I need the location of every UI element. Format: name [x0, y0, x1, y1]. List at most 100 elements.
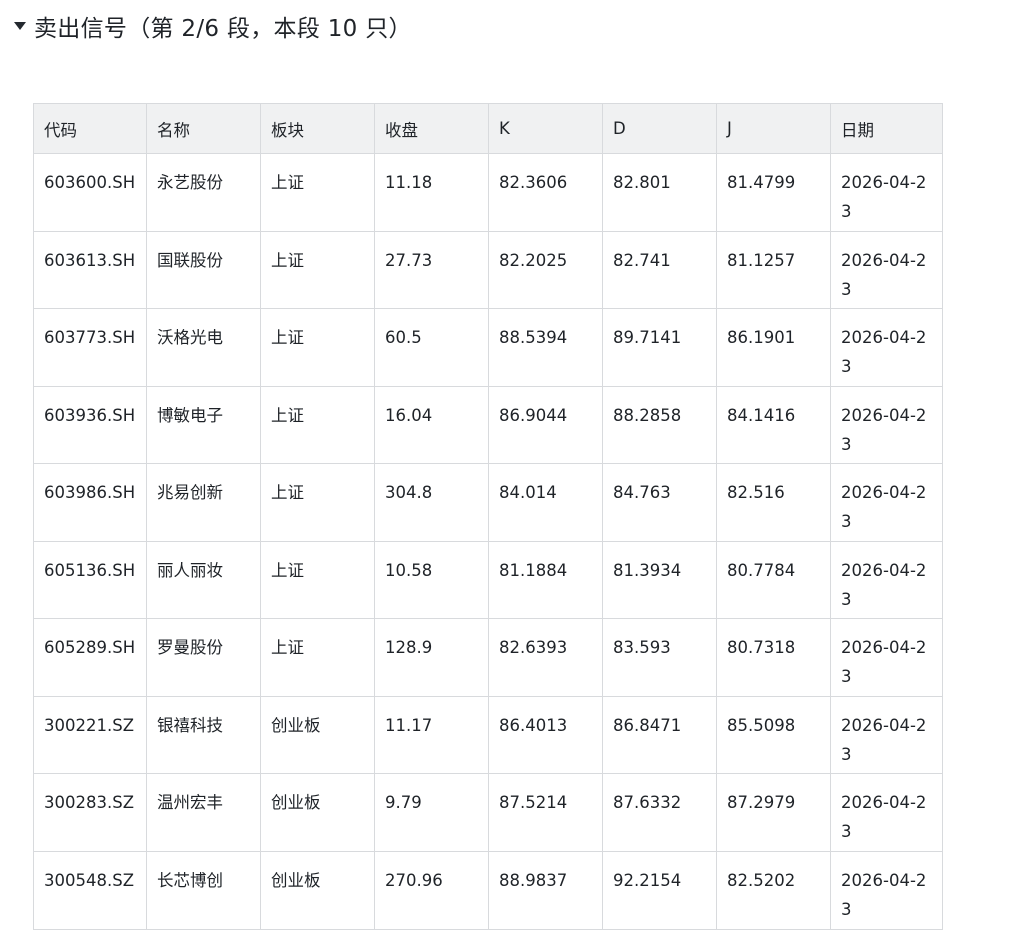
cell-j: 86.1901	[716, 308, 831, 387]
cell-name: 银禧科技	[146, 695, 261, 774]
cell-date: 2026-04-23	[830, 540, 943, 619]
cell-j: 80.7318	[716, 618, 831, 697]
cell-j: 85.5098	[716, 695, 831, 774]
cell-close: 10.58	[374, 540, 489, 619]
cell-date: 2026-04-23	[830, 463, 943, 542]
cell-board: 上证	[260, 153, 375, 232]
table-row: 300548.SZ 长芯博创 创业板 270.96 88.9837 92.2154 82.5…	[33, 850, 943, 930]
cell-j: 81.1257	[716, 230, 831, 309]
cell-close: 128.9	[374, 618, 489, 697]
cell-k: 82.2025	[488, 230, 603, 309]
column-header-k: K	[488, 103, 603, 154]
cell-name: 兆易创新	[146, 463, 261, 542]
cell-k: 82.6393	[488, 618, 603, 697]
cell-j: 81.4799	[716, 153, 831, 232]
cell-d: 86.8471	[602, 695, 717, 774]
cell-close: 16.04	[374, 385, 489, 464]
cell-name: 长芯博创	[146, 850, 261, 930]
cell-close: 60.5	[374, 308, 489, 387]
signal-table-container: 代码 名称 板块 收盘 K D J 日期 603600.SH 永艺股份 上证 11.1…	[33, 103, 943, 930]
cell-date: 2026-04-23	[830, 153, 943, 232]
cell-board: 创业板	[260, 773, 375, 852]
cell-board: 上证	[260, 540, 375, 619]
table-row: 603600.SH 永艺股份 上证 11.18 82.3606 82.801 81.4799…	[33, 153, 943, 232]
cell-date: 2026-04-23	[830, 385, 943, 464]
column-header-d: D	[602, 103, 717, 154]
table-header: 代码 名称 板块 收盘 K D J 日期	[33, 103, 943, 154]
header-row: 代码 名称 板块 收盘 K D J 日期	[33, 103, 943, 154]
cell-code: 603773.SH	[33, 308, 147, 387]
cell-k: 88.5394	[488, 308, 603, 387]
cell-code: 603613.SH	[33, 230, 147, 309]
cell-name: 罗曼股份	[146, 618, 261, 697]
cell-name: 永艺股份	[146, 153, 261, 232]
cell-d: 83.593	[602, 618, 717, 697]
section-toggle[interactable]: 卖出信号（第 2/6 段，本段 10 只）	[10, 8, 412, 44]
cell-board: 创业板	[260, 850, 375, 930]
cell-name: 温州宏丰	[146, 773, 261, 852]
sell-signal-table: 代码 名称 板块 收盘 K D J 日期 603600.SH 永艺股份 上证 11.1…	[33, 103, 943, 930]
cell-board: 创业板	[260, 695, 375, 774]
cell-close: 11.18	[374, 153, 489, 232]
cell-code: 603986.SH	[33, 463, 147, 542]
cell-d: 82.741	[602, 230, 717, 309]
cell-j: 84.1416	[716, 385, 831, 464]
cell-date: 2026-04-23	[830, 850, 943, 930]
cell-date: 2026-04-23	[830, 308, 943, 387]
cell-d: 81.3934	[602, 540, 717, 619]
cell-date: 2026-04-23	[830, 773, 943, 852]
table-row: 300283.SZ 温州宏丰 创业板 9.79 87.5214 87.6332 87.297…	[33, 773, 943, 852]
cell-code: 300221.SZ	[33, 695, 147, 774]
cell-k: 86.9044	[488, 385, 603, 464]
cell-code: 300548.SZ	[33, 850, 147, 930]
cell-board: 上证	[260, 463, 375, 542]
cell-code: 605136.SH	[33, 540, 147, 619]
cell-date: 2026-04-23	[830, 230, 943, 309]
table-row: 300221.SZ 银禧科技 创业板 11.17 86.4013 86.8471 85.50…	[33, 695, 943, 774]
table-row: 603936.SH 博敏电子 上证 16.04 86.9044 88.2858 84.141…	[33, 385, 943, 464]
column-header-board: 板块	[260, 103, 375, 154]
cell-code: 300283.SZ	[33, 773, 147, 852]
cell-close: 9.79	[374, 773, 489, 852]
cell-k: 81.1884	[488, 540, 603, 619]
cell-j: 87.2979	[716, 773, 831, 852]
cell-board: 上证	[260, 308, 375, 387]
cell-k: 84.014	[488, 463, 603, 542]
cell-name: 丽人丽妆	[146, 540, 261, 619]
cell-code: 603936.SH	[33, 385, 147, 464]
table-row: 605289.SH 罗曼股份 上证 128.9 82.6393 83.593 80.7318…	[33, 618, 943, 697]
cell-close: 304.8	[374, 463, 489, 542]
cell-board: 上证	[260, 385, 375, 464]
cell-d: 92.2154	[602, 850, 717, 930]
cell-close: 270.96	[374, 850, 489, 930]
cell-board: 上证	[260, 230, 375, 309]
column-header-code: 代码	[33, 103, 147, 154]
cell-board: 上证	[260, 618, 375, 697]
cell-k: 87.5214	[488, 773, 603, 852]
column-header-name: 名称	[146, 103, 261, 154]
cell-code: 603600.SH	[33, 153, 147, 232]
cell-d: 87.6332	[602, 773, 717, 852]
table-row: 603986.SH 兆易创新 上证 304.8 84.014 84.763 82.516 20…	[33, 463, 943, 542]
table-body: 603600.SH 永艺股份 上证 11.18 82.3606 82.801 81.4799…	[33, 153, 943, 930]
cell-k: 88.9837	[488, 850, 603, 930]
cell-j: 82.516	[716, 463, 831, 542]
cell-d: 82.801	[602, 153, 717, 232]
cell-name: 国联股份	[146, 230, 261, 309]
cell-j: 80.7784	[716, 540, 831, 619]
cell-k: 82.3606	[488, 153, 603, 232]
table-row: 603773.SH 沃格光电 上证 60.5 88.5394 89.7141 86.1901…	[33, 308, 943, 387]
column-header-date: 日期	[830, 103, 943, 154]
cell-k: 86.4013	[488, 695, 603, 774]
cell-name: 沃格光电	[146, 308, 261, 387]
table-row: 605136.SH 丽人丽妆 上证 10.58 81.1884 81.3934 80.778…	[33, 540, 943, 619]
cell-name: 博敏电子	[146, 385, 261, 464]
cell-d: 84.763	[602, 463, 717, 542]
cell-j: 82.5202	[716, 850, 831, 930]
cell-d: 88.2858	[602, 385, 717, 464]
table-row: 603613.SH 国联股份 上证 27.73 82.2025 82.741 81.1257…	[33, 230, 943, 309]
column-header-close: 收盘	[374, 103, 489, 154]
cell-code: 605289.SH	[33, 618, 147, 697]
triangle-down-icon[interactable]	[10, 16, 30, 36]
cell-close: 27.73	[374, 230, 489, 309]
